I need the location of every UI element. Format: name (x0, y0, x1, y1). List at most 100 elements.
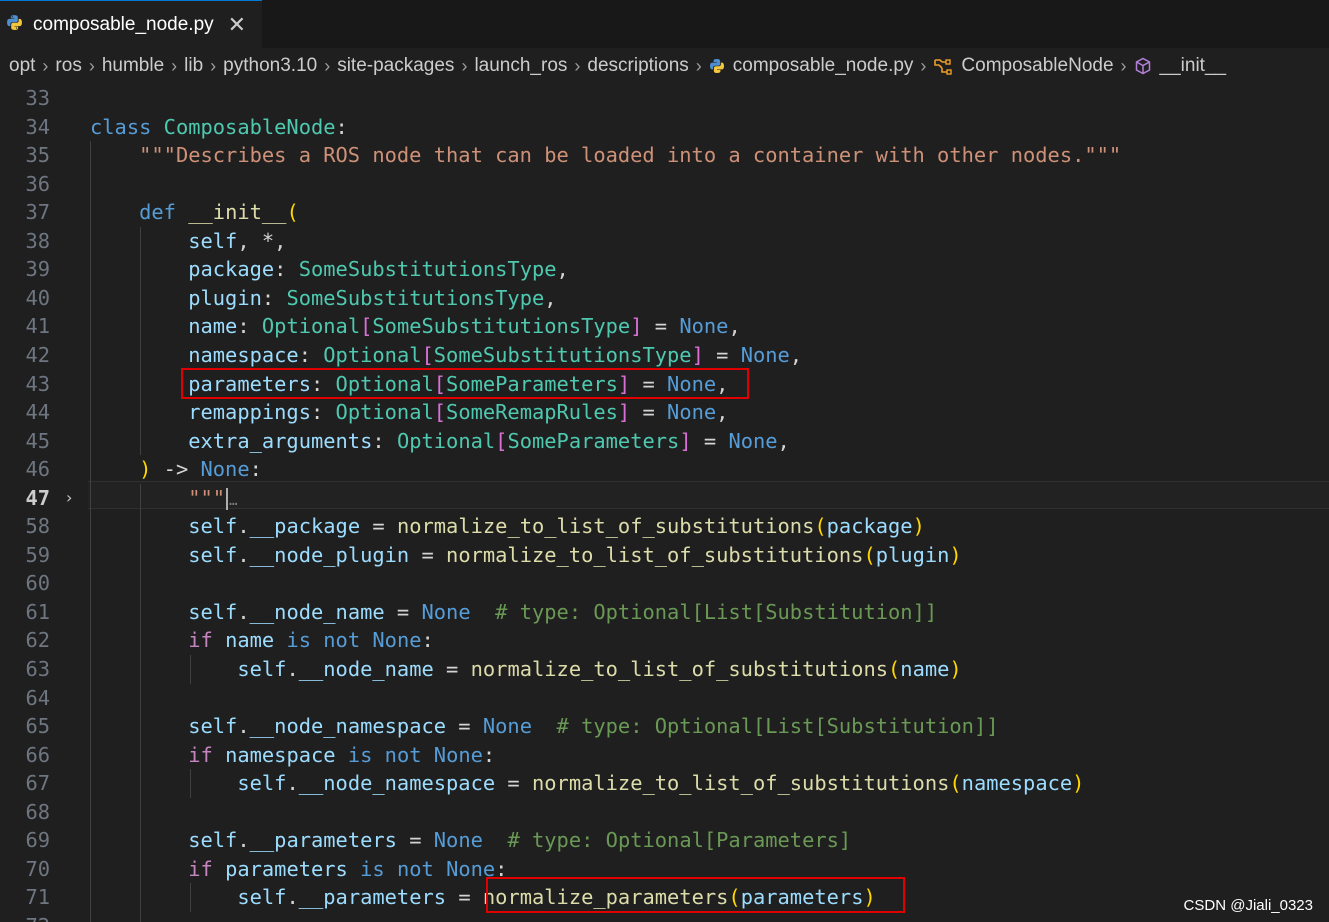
code-line[interactable]: 35 """Describes a ROS node that can be l… (0, 141, 1329, 169)
code-token: ( (888, 657, 901, 681)
code-token: , (544, 285, 557, 310)
chevron-right-icon: › (461, 55, 468, 76)
code-line[interactable]: 68 (0, 798, 1329, 826)
line-number: 43 (25, 371, 50, 396)
code-line[interactable]: 42 namespace: Optional[SomeSubstitutions… (0, 341, 1329, 369)
line-number: 42 (25, 342, 50, 367)
editor-tab[interactable]: composable_node.py ✕ (0, 0, 262, 48)
line-number: 40 (25, 285, 50, 310)
code-token: parameters (225, 856, 348, 881)
code-text: ) -> None: (90, 455, 262, 483)
breadcrumb-item-class[interactable]: ComposableNode (961, 55, 1113, 77)
code-line[interactable]: 46 ) -> None: (0, 455, 1329, 483)
breadcrumb-item-humble[interactable]: humble (102, 55, 164, 77)
line-number: 66 (25, 742, 50, 767)
breadcrumb-item-descriptions[interactable]: descriptions (587, 55, 688, 77)
code-token: ] (691, 342, 704, 367)
code-line[interactable]: 33 (0, 84, 1329, 112)
code-token: # type: Optional[List[Substitution]] (556, 714, 999, 739)
code-line[interactable]: 45 extra_arguments: Optional[SomeParamet… (0, 427, 1329, 455)
chevron-right-icon: › (210, 55, 217, 76)
line-number: 71 (25, 885, 50, 910)
line-number: 67 (25, 771, 50, 796)
code-token: SomeSubstitutionsType (372, 314, 631, 339)
code-token: , (728, 314, 741, 339)
code-token: plugin (188, 285, 262, 310)
code-token: = (433, 657, 471, 681)
code-token: if (188, 742, 213, 767)
breadcrumb-item-launch-ros[interactable]: launch_ros (474, 55, 567, 77)
code-token: None (433, 742, 483, 767)
code-token: normalize_to_list_of_substitutions (396, 514, 815, 539)
code-token: = (396, 828, 434, 853)
code-token: None (482, 714, 532, 739)
code-line[interactable]: 64 (0, 684, 1329, 712)
line-number: 70 (25, 856, 50, 881)
code-line[interactable]: 63 self.__node_name = normalize_to_list_… (0, 655, 1329, 683)
code-editor[interactable]: 33 34 class ComposableNode: 35 """Describes… (0, 84, 1329, 922)
line-number: 44 (25, 400, 50, 425)
breadcrumb-item-python[interactable]: python3.10 (223, 55, 317, 77)
code-line[interactable]: 69 self.__parameters = None # type: Opti… (0, 826, 1329, 854)
code-token: None (372, 628, 422, 653)
chevron-right-icon: › (324, 55, 331, 76)
code-line[interactable]: 40 plugin: SomeSubstitutionsType, (0, 284, 1329, 312)
code-token: , (556, 257, 569, 282)
line-number: 64 (25, 685, 50, 710)
code-token: . (286, 657, 299, 681)
code-text: """… (90, 484, 238, 515)
breadcrumb-item-file[interactable]: composable_node.py (733, 55, 914, 77)
line-number: 34 (25, 114, 50, 139)
code-line[interactable]: 39 package: SomeSubstitutionsType, (0, 255, 1329, 283)
code-line[interactable]: 58 self.__package = normalize_to_list_of… (0, 512, 1329, 540)
breadcrumb-item-site-packages[interactable]: site-packages (337, 55, 454, 77)
code-line[interactable]: 44 remappings: Optional[SomeRemapRules] … (0, 398, 1329, 426)
line-number: 45 (25, 428, 50, 453)
code-token: [ (495, 428, 508, 453)
line-number: 65 (25, 714, 50, 739)
close-icon[interactable]: ✕ (228, 13, 246, 36)
code-line[interactable]: 47 › """… (0, 484, 1329, 512)
chevron-right-icon: › (695, 55, 702, 76)
code-text: class ComposableNode: (90, 113, 348, 141)
chevron-right-icon: › (920, 55, 927, 76)
code-line[interactable]: 65 self.__node_namespace = None # type: … (0, 712, 1329, 740)
code-text: def __init__( (90, 198, 299, 226)
code-line[interactable]: 41 name: Optional[SomeSubstitutionsType]… (0, 312, 1329, 340)
code-token: __package (249, 514, 361, 539)
code-line[interactable]: 36 (0, 170, 1329, 198)
code-token: . (286, 771, 299, 796)
breadcrumb-item-method[interactable]: __init__ (1160, 55, 1227, 77)
code-line[interactable]: 62 if name is not None: (0, 626, 1329, 654)
line-number: 62 (25, 628, 50, 653)
code-line[interactable]: 61 self.__node_name = None # type: Optio… (0, 598, 1329, 626)
code-token: # type: Optional[List[Substitution]] (495, 599, 938, 624)
code-token: , (716, 400, 729, 425)
fold-chevron-icon[interactable]: › (66, 484, 72, 512)
code-line[interactable]: 34 class ComposableNode: (0, 113, 1329, 141)
breadcrumb-item-opt[interactable]: opt (9, 55, 35, 77)
code-text: if parameters is not None: (90, 855, 507, 883)
code-line[interactable]: 66 if namespace is not None: (0, 741, 1329, 769)
code-line[interactable]: 59 self.__node_plugin = normalize_to_lis… (0, 541, 1329, 569)
tab-bar: composable_node.py ✕ (0, 0, 1329, 48)
code-token: ) (949, 542, 962, 567)
code-token: : (298, 342, 324, 367)
code-token: if (188, 856, 213, 881)
breadcrumb-item-lib[interactable]: lib (184, 55, 203, 77)
code-line[interactable]: 72 (0, 912, 1329, 922)
code-token: SomeRemapRules (446, 400, 618, 425)
breadcrumb-item-ros[interactable]: ros (55, 55, 81, 77)
code-token: is not (347, 742, 422, 767)
code-token: ComposableNode (163, 114, 336, 139)
code-token: if (188, 628, 213, 653)
code-text: self, *, (90, 227, 286, 255)
code-line[interactable]: 60 (0, 569, 1329, 597)
code-line[interactable]: 67 self.__node_namespace = normalize_to_… (0, 769, 1329, 797)
code-line[interactable]: 38 self, *, (0, 227, 1329, 255)
code-text: if namespace is not None: (90, 741, 495, 769)
code-line[interactable]: 37 def __init__( (0, 198, 1329, 226)
